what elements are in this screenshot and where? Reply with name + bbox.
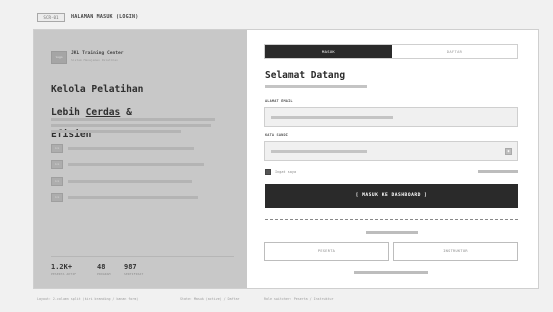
brand-name: JKL Training Center bbox=[71, 51, 124, 56]
feature-icon: ico bbox=[51, 193, 63, 202]
footer-layout-note: Layout: 2-column split (kiri branding / … bbox=[37, 297, 139, 301]
description-line bbox=[51, 118, 215, 121]
feature-icon: ico bbox=[51, 177, 63, 186]
hero-emphasis: Cerdas bbox=[85, 106, 121, 118]
hero-line-2-post: & bbox=[120, 106, 132, 118]
screen-title: HALAMAN MASUK (LOGIN) bbox=[71, 14, 139, 20]
description-line bbox=[51, 130, 181, 133]
role-participant-button[interactable]: PESERTA bbox=[264, 242, 389, 261]
password-placeholder bbox=[271, 150, 367, 153]
footer-role-note: Role switcher: Peserta / Instruktur bbox=[264, 297, 334, 301]
role-instructor-button[interactable]: INSTRUKTUR bbox=[393, 242, 518, 261]
form-subheading bbox=[265, 85, 367, 88]
feature-text bbox=[68, 196, 198, 199]
hero-line-2-pre: Lebih bbox=[51, 106, 86, 118]
login-submit-button[interactable]: [ MASUK KE DASHBOARD ] bbox=[265, 184, 518, 208]
footer-state-note: State: Masuk (active) / Daftar bbox=[180, 297, 240, 301]
stats-divider bbox=[51, 256, 234, 257]
feature-icon: ico bbox=[51, 160, 63, 169]
feature-icon: ico bbox=[51, 144, 63, 153]
feature-text bbox=[68, 147, 194, 150]
register-hint-link[interactable] bbox=[354, 271, 428, 274]
or-divider bbox=[265, 219, 518, 220]
stat-certificates-value: 987 bbox=[124, 263, 137, 271]
stat-certificates-label: SERTIFIKAT bbox=[124, 272, 144, 276]
email-field[interactable] bbox=[264, 107, 518, 127]
email-label: ALAMAT EMAIL bbox=[265, 99, 293, 103]
feature-text bbox=[68, 180, 192, 183]
brand-tagline: Sistem Manajemen Pelatihan bbox=[71, 58, 118, 62]
alt-login-caption bbox=[366, 231, 418, 234]
form-heading: Selamat Datang bbox=[265, 70, 346, 81]
remember-label: Ingat saya bbox=[275, 170, 297, 174]
tab-register[interactable]: DAFTAR bbox=[392, 45, 517, 58]
remember-checkbox[interactable] bbox=[265, 169, 271, 175]
password-field[interactable]: ◉ bbox=[264, 141, 518, 161]
password-label: KATA SANDI bbox=[265, 133, 289, 137]
tab-login[interactable]: MASUK bbox=[265, 45, 392, 58]
stat-participants-value: 1.2K+ bbox=[51, 263, 73, 271]
feature-text bbox=[68, 163, 204, 166]
stat-programs-value: 48 bbox=[97, 263, 106, 271]
logo-placeholder: logo bbox=[51, 51, 67, 64]
eye-icon[interactable]: ◉ bbox=[505, 148, 512, 155]
description-line bbox=[51, 124, 211, 127]
hero-line-1: Kelola Pelatihan bbox=[51, 84, 144, 96]
email-placeholder bbox=[271, 116, 393, 119]
stat-participants-label: PESERTA AKTIF bbox=[51, 272, 77, 276]
stat-programs-label: PROGRAM bbox=[97, 272, 111, 276]
forgot-password-link[interactable] bbox=[478, 170, 518, 173]
branding-panel bbox=[34, 30, 247, 288]
screen-id-tag: SCR-01 bbox=[37, 13, 65, 22]
